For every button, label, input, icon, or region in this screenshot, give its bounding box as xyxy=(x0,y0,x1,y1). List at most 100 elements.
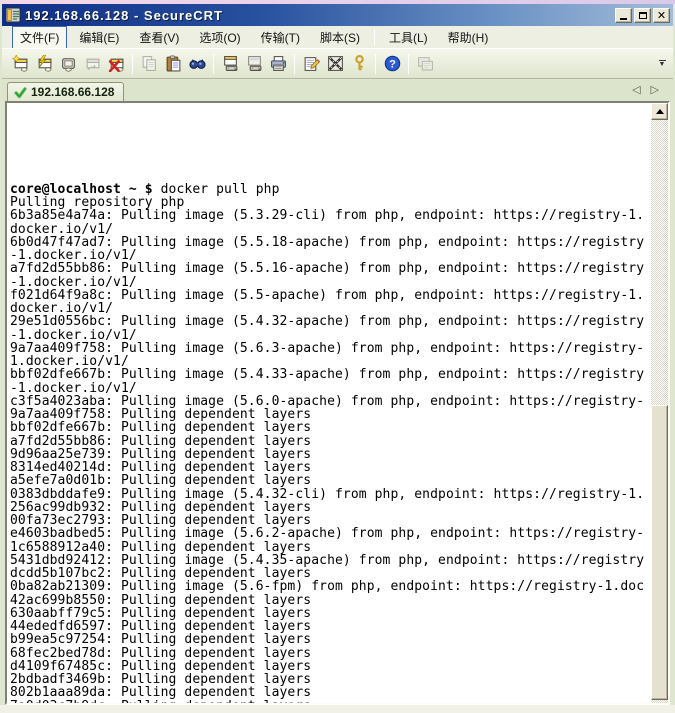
session-tab[interactable]: 192.168.66.128 xyxy=(7,82,124,101)
toolbar-separator xyxy=(408,54,409,74)
keymap-editor-icon xyxy=(327,55,344,72)
copy-icon xyxy=(141,55,158,72)
disconnect-button[interactable] xyxy=(104,52,128,76)
reconnect-button xyxy=(80,52,104,76)
terminal-line: 6b0d47f47ad7: Pulling image (5.5.18-apac… xyxy=(10,236,651,249)
ssh-keys-icon xyxy=(351,55,368,72)
terminal-line: 9a7aa409f758: Pulling image (5.6.3-apach… xyxy=(10,342,651,355)
print-icon xyxy=(270,55,287,72)
terminal-line: b99ea5c97254: Pulling dependent layers xyxy=(10,633,651,646)
terminal-line: 2bdbadf3469b: Pulling dependent layers xyxy=(10,673,651,686)
terminal-line: a5efe7a0d01b: Pulling dependent layers xyxy=(10,474,651,487)
scrollbar-thumb[interactable] xyxy=(651,405,668,700)
terminal-line: 0ba82ab21309: Pulling image (5.6-fpm) fr… xyxy=(10,580,651,593)
minimize-button[interactable] xyxy=(615,8,632,23)
terminal-line: 1c6588912a40: Pulling dependent layers xyxy=(10,541,651,554)
svg-text:?: ? xyxy=(389,58,396,70)
tab-scroll-right-button[interactable]: ▷ xyxy=(651,85,659,96)
connect-in-tab-icon xyxy=(60,55,77,72)
menu-item[interactable]: 查看(V) xyxy=(131,26,187,49)
menu-item[interactable]: 帮助(H) xyxy=(440,26,497,49)
print-screen-icon xyxy=(222,55,239,72)
toolbar-separator xyxy=(294,54,295,74)
print-screen-button[interactable] xyxy=(218,52,242,76)
terminal-line: 6b3a85e4a74a: Pulling image (5.3.29-cli)… xyxy=(10,209,651,222)
menu-item[interactable]: 文件(F) xyxy=(12,26,67,49)
maximize-icon xyxy=(639,12,647,19)
terminal-line: 9d96aa25e739: Pulling dependent layers xyxy=(10,448,651,461)
terminal-line: -1.docker.io/v1/ xyxy=(10,249,651,262)
print-selection-icon xyxy=(246,55,263,72)
print-selection-button[interactable] xyxy=(242,52,266,76)
vertical-scrollbar[interactable] xyxy=(651,103,668,703)
session-options-button[interactable] xyxy=(299,52,323,76)
terminal-line: 9a7aa409f758: Pulling dependent layers xyxy=(10,408,651,421)
quick-connect-button[interactable] xyxy=(32,52,56,76)
title-bar[interactable]: 192.168.66.128 - SecureCRT ✕ xyxy=(2,4,673,26)
session-tabs-button xyxy=(413,52,437,76)
terminal-line: 0383dbddafe9: Pulling image (5.4.32-cli)… xyxy=(10,488,651,501)
terminal-line: e4603badbed5: Pulling image (5.6.2-apach… xyxy=(10,527,651,540)
terminal-frame: core@localhost ~ $ docker pull phpPullin… xyxy=(5,101,670,705)
app-icon xyxy=(5,7,21,23)
terminal-line: docker.io/v1/ xyxy=(10,223,651,236)
paste-button[interactable] xyxy=(161,52,185,76)
terminal-line: 42ac699b8550: Pulling dependent layers xyxy=(10,594,651,607)
terminal-line: Pulling repository php xyxy=(10,196,651,209)
terminal-line: d4109f67485c: Pulling dependent layers xyxy=(10,660,651,673)
terminal-line: 44ededfd6597: Pulling dependent layers xyxy=(10,620,651,633)
terminal-line: -1.docker.io/v1/ xyxy=(10,276,651,289)
terminal-line xyxy=(10,170,651,183)
menu-item[interactable]: 脚本(S) xyxy=(312,26,368,49)
help-icon: ? xyxy=(384,55,401,72)
toolbar-separator xyxy=(213,54,214,74)
minimize-icon xyxy=(620,18,627,20)
find-icon xyxy=(189,55,206,72)
menu-item[interactable]: 工具(L) xyxy=(381,26,436,49)
session-tabs-icon xyxy=(417,55,434,72)
terminal-line: 29e51d0556bc: Pulling image (5.4.32-apac… xyxy=(10,315,651,328)
terminal-line: bbf02dfe667b: Pulling dependent layers xyxy=(10,421,651,434)
terminal-line: bbf02dfe667b: Pulling image (5.4.33-apac… xyxy=(10,368,651,381)
terminal-line: -1.docker.io/v1/ xyxy=(10,382,651,395)
terminal-line: a7fd2d55bb86: Pulling dependent layers xyxy=(10,435,651,448)
menu-item[interactable]: 选项(O) xyxy=(191,26,248,49)
terminal-line: core@localhost ~ $ docker pull php xyxy=(10,183,651,196)
connected-check-icon xyxy=(14,86,27,99)
disconnect-icon xyxy=(108,55,125,72)
close-icon: ✕ xyxy=(657,10,666,21)
new-session-icon xyxy=(12,55,29,72)
toolbar-overflow-button[interactable]: ▼ xyxy=(655,60,669,67)
print-button[interactable] xyxy=(266,52,290,76)
session-tab-label: 192.168.66.128 xyxy=(31,85,114,99)
terminal-line: -1.docker.io/v1/ xyxy=(10,329,651,342)
tab-bar: 192.168.66.128 ◁ ▷ xyxy=(2,80,673,101)
help-button[interactable]: ? xyxy=(380,52,404,76)
terminal-line: 1.docker.io/v1/ xyxy=(10,355,651,368)
reconnect-icon xyxy=(84,55,101,72)
securecrt-window: 192.168.66.128 - SecureCRT ✕ 文件(F)编辑(E)查… xyxy=(0,0,675,713)
close-button[interactable]: ✕ xyxy=(653,8,670,23)
menu-separator xyxy=(374,29,375,45)
menu-item[interactable]: 编辑(E) xyxy=(71,26,127,49)
scrollbar-up-button[interactable] xyxy=(651,103,668,120)
terminal-line: 802b1aaa89da: Pulling dependent layers xyxy=(10,686,651,699)
menu-item[interactable]: 传输(T) xyxy=(253,26,308,49)
terminal-line: 7a0d03c7b9dc: Pulling dependent layers xyxy=(10,700,651,704)
find-button[interactable] xyxy=(185,52,209,76)
connect-in-tab-button[interactable] xyxy=(56,52,80,76)
terminal-line: c3f5a4023aba: Pulling image (5.6.0-apach… xyxy=(10,395,651,408)
new-session-button[interactable] xyxy=(8,52,32,76)
terminal-line: a7fd2d55bb86: Pulling image (5.5.16-apac… xyxy=(10,262,651,275)
terminal-line: 68fec2bed78d: Pulling dependent layers xyxy=(10,647,651,660)
maximize-button[interactable] xyxy=(634,8,651,23)
terminal-line xyxy=(10,156,651,169)
window-bottom-border xyxy=(0,705,675,713)
terminal-line: f021d64f9a8c: Pulling image (5.5-apache)… xyxy=(10,289,651,302)
tab-scroll-left-button[interactable]: ◁ xyxy=(632,85,640,96)
terminal-output[interactable]: core@localhost ~ $ docker pull phpPullin… xyxy=(7,103,651,703)
terminal-line: dcdd5b107bc2: Pulling dependent layers xyxy=(10,567,651,580)
ssh-keys-button[interactable] xyxy=(347,52,371,76)
keymap-editor-button[interactable] xyxy=(323,52,347,76)
toolbar-separator xyxy=(132,54,133,74)
